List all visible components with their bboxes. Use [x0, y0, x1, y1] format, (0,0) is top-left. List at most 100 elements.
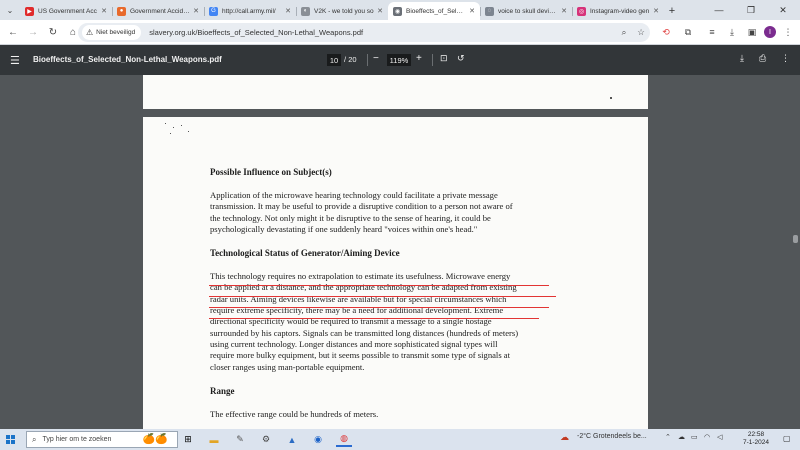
paragraph-influence: Application of the microwave hearing tec… [210, 190, 570, 235]
file-explorer-icon[interactable]: ▬ [206, 432, 222, 447]
tab-5[interactable]: ◉ Bioeffects_of_Selecte ✕ [388, 2, 480, 20]
page-count: / 20 [344, 55, 357, 64]
profile-button[interactable]: I [760, 22, 780, 42]
heading-possible-influence: Possible Influence on Subject(s) [210, 167, 332, 177]
minimize-button[interactable]: — [706, 2, 732, 18]
search-highlight-icon[interactable]: 🍊🍊 [134, 432, 176, 447]
chrome-icon[interactable]: ◍ [336, 432, 352, 447]
photos-icon[interactable]: ▲ [284, 432, 300, 447]
red-underline [209, 285, 549, 286]
text-line: require more bulky equipment, but it see… [210, 350, 511, 361]
menu-button[interactable]: ⋮ [778, 22, 798, 42]
search-placeholder: Typ hier om te zoeken [42, 436, 112, 443]
bookmark-star-button[interactable]: ☆ [633, 25, 649, 40]
speaker-icon[interactable]: ◁ [717, 433, 722, 441]
pdf-title: Bioeffects_of_Selected_Non-Lethal_Weapon… [33, 55, 222, 64]
address-bar[interactable]: ⚠ Niet beveiligd slavery.org.uk/Bioeffec… [78, 23, 650, 42]
scan-speck [165, 123, 166, 124]
tab-label: Instagram-video gen [590, 7, 650, 15]
app-tool-icon[interactable]: ✎ [232, 432, 248, 447]
new-tab-button[interactable]: + [664, 2, 680, 20]
weather-text[interactable]: -2°C Grotendeels be... [577, 433, 647, 440]
url-text[interactable]: slavery.org.uk/Bioeffects_of_Selected_No… [149, 28, 363, 37]
zoom-indicator-button[interactable]: ⌕ [616, 25, 632, 40]
fit-page-icon[interactable]: ⊡ [440, 53, 448, 64]
tab-6[interactable]: ◌ voice to skull devices ✕ [480, 2, 572, 20]
tab-label: V2K - we told you so [314, 7, 374, 15]
settings-gear-icon[interactable]: ⚙ [258, 432, 274, 447]
pdf-page-previous [143, 75, 648, 109]
network-icon[interactable]: ▭ [691, 433, 698, 441]
side-panel-button[interactable]: ▣ [742, 22, 762, 42]
close-tab-icon[interactable]: ✕ [561, 7, 567, 15]
tab-2[interactable]: ● Government Acciden ✕ [112, 2, 204, 20]
close-tab-icon[interactable]: ✕ [377, 7, 383, 15]
text-line: Application of the microwave hearing tec… [210, 190, 498, 200]
tab-list: ▶ US Government Acc ✕ ● Government Acciden ✕ G… [20, 2, 664, 20]
chevron-up-icon[interactable]: ⌃ [665, 433, 671, 441]
favicon-icon: ● [117, 6, 126, 16]
pdf-viewer[interactable]: Possible Influence on Subject(s) Applica… [0, 75, 800, 429]
paragraph-tech-status: This technology requires no extrapolatio… [210, 271, 570, 373]
red-underline [209, 318, 539, 319]
tab-7[interactable]: ◎ Instagram-video gen ✕ [572, 2, 664, 20]
close-tab-icon[interactable]: ✕ [193, 7, 199, 15]
zoom-out-button[interactable]: − [373, 53, 379, 64]
close-tab-icon[interactable]: ✕ [469, 7, 475, 15]
download-icon: ⤓ [730, 26, 734, 37]
close-tab-icon[interactable]: ✕ [101, 7, 107, 15]
hamburger-menu-icon[interactable]: ☰ [10, 54, 20, 67]
tab-strip: ⌄ ▶ US Government Acc ✕ ● Government Acciden… [0, 0, 800, 20]
minimize-icon: — [714, 5, 724, 15]
scan-speck [188, 131, 189, 132]
weather-icon[interactable]: ☁ [560, 432, 569, 443]
tab-3[interactable]: Ghttp://call.army.mil/ ✕ [204, 2, 296, 20]
tab-label: voice to skull devices [498, 7, 559, 15]
back-button[interactable]: ← [3, 22, 23, 42]
text-line: using current technology. Longer distanc… [210, 338, 498, 349]
tab-1[interactable]: ▶ US Government Acc ✕ [20, 2, 112, 20]
text-line: psychologically devastating if one sudde… [210, 223, 478, 234]
scan-speck [173, 127, 174, 128]
tab-4[interactable]: ◐ V2K - we told you so ✕ [296, 2, 388, 20]
clock-time: 22:58 [747, 431, 765, 438]
downloads-button[interactable]: ⤓ [722, 22, 742, 42]
reload-button[interactable]: ↻ [43, 22, 63, 42]
kebab-menu-icon: ⋮ [783, 26, 793, 37]
tab-label: http://call.army.mil/ [222, 7, 276, 15]
task-view-icon[interactable]: ⊞ [180, 432, 196, 447]
download-icon[interactable]: ⤓ [740, 53, 744, 64]
security-chip[interactable]: ⚠ Niet beveiligd [82, 25, 142, 40]
wifi-icon[interactable]: ◠ [704, 433, 710, 441]
cloud-icon[interactable]: ☁ [678, 433, 685, 441]
reload-icon: ↻ [48, 26, 58, 38]
clock[interactable]: 22:58 7-1-2024 [738, 431, 774, 447]
forward-button[interactable]: → [23, 22, 43, 42]
side-panel-icon: ▣ [747, 26, 757, 37]
plus-icon: + [668, 5, 676, 17]
close-icon: ✕ [779, 4, 787, 15]
page-number-input[interactable]: 10 [327, 54, 341, 66]
zoom-in-button[interactable]: + [416, 53, 422, 64]
tab-search-button[interactable]: ⌄ [0, 0, 20, 20]
scrollbar-thumb[interactable] [793, 235, 798, 243]
tab-label: US Government Acc [38, 7, 97, 15]
chevron-down-icon: ⌄ [6, 5, 14, 15]
kebab-menu-icon[interactable]: ⋮ [781, 53, 790, 64]
close-window-button[interactable]: ✕ [770, 2, 796, 18]
text-line: surrounded by his captors. Signals can b… [210, 327, 519, 338]
close-tab-icon[interactable]: ✕ [653, 7, 659, 15]
close-tab-icon[interactable]: ✕ [285, 7, 291, 15]
restore-button[interactable]: ❐ [738, 2, 764, 18]
extension-button[interactable]: ⟲ [656, 22, 676, 42]
favicon-icon: ◐ [301, 6, 310, 16]
reading-list-button[interactable]: ≡ [702, 22, 722, 42]
app-circle-icon[interactable]: ◉ [310, 432, 326, 447]
extensions-puzzle-button[interactable]: ⧉ [678, 22, 698, 42]
start-button[interactable] [0, 429, 20, 450]
rotate-icon[interactable]: ↺ [457, 53, 465, 64]
notification-icon[interactable]: ▢ [783, 434, 791, 443]
zoom-level-input[interactable]: 119% [387, 54, 411, 66]
vertical-scrollbar[interactable] [791, 75, 800, 429]
print-icon[interactable]: ⎙ [759, 53, 766, 64]
